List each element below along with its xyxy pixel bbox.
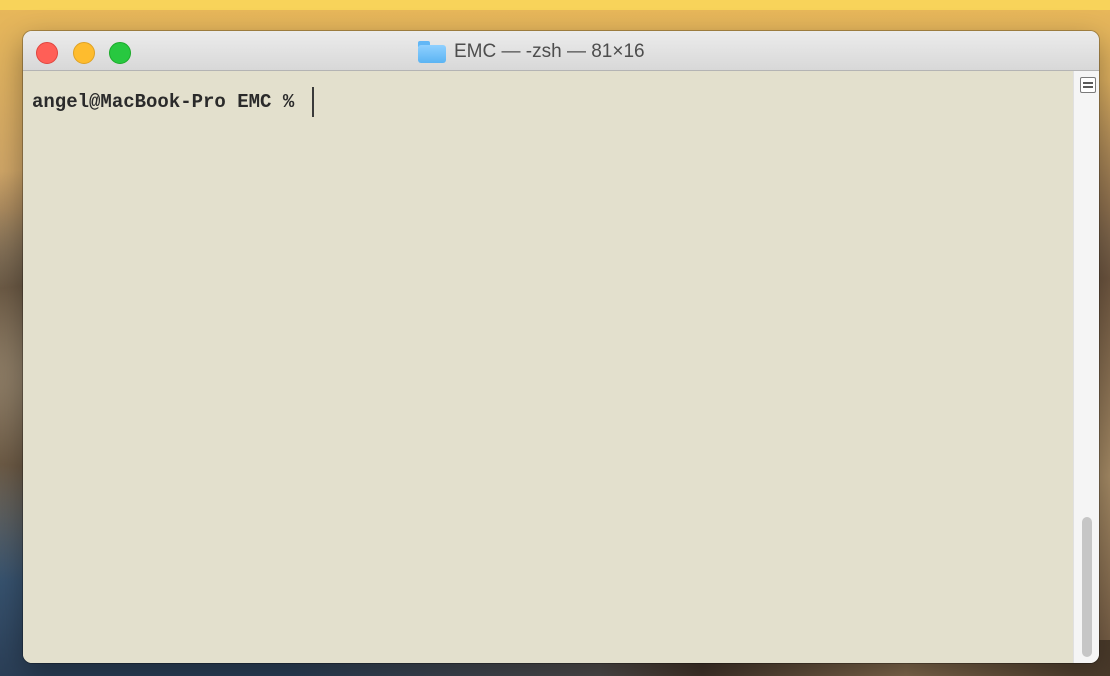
window-title: EMC — -zsh — 81×16 [418, 40, 645, 64]
prompt-text: angel@MacBook-Pro EMC % [32, 91, 306, 113]
close-button[interactable] [36, 42, 58, 64]
split-pane-icon[interactable] [1080, 77, 1096, 93]
prompt-line: angel@MacBook-Pro EMC % [32, 87, 314, 117]
maximize-button[interactable] [109, 42, 131, 64]
window-title-text: EMC — -zsh — 81×16 [454, 41, 645, 62]
terminal-window: EMC — -zsh — 81×16 angel@MacBook-Pro EMC… [23, 31, 1099, 663]
terminal-content[interactable]: angel@MacBook-Pro EMC % [23, 71, 1073, 663]
minimize-button[interactable] [73, 42, 95, 64]
folder-icon [418, 41, 446, 63]
title-bar[interactable]: EMC — -zsh — 81×16 [23, 31, 1099, 71]
text-cursor [311, 87, 314, 117]
scrollbar-thumb[interactable] [1082, 517, 1092, 657]
vertical-scrollbar[interactable] [1073, 71, 1099, 663]
